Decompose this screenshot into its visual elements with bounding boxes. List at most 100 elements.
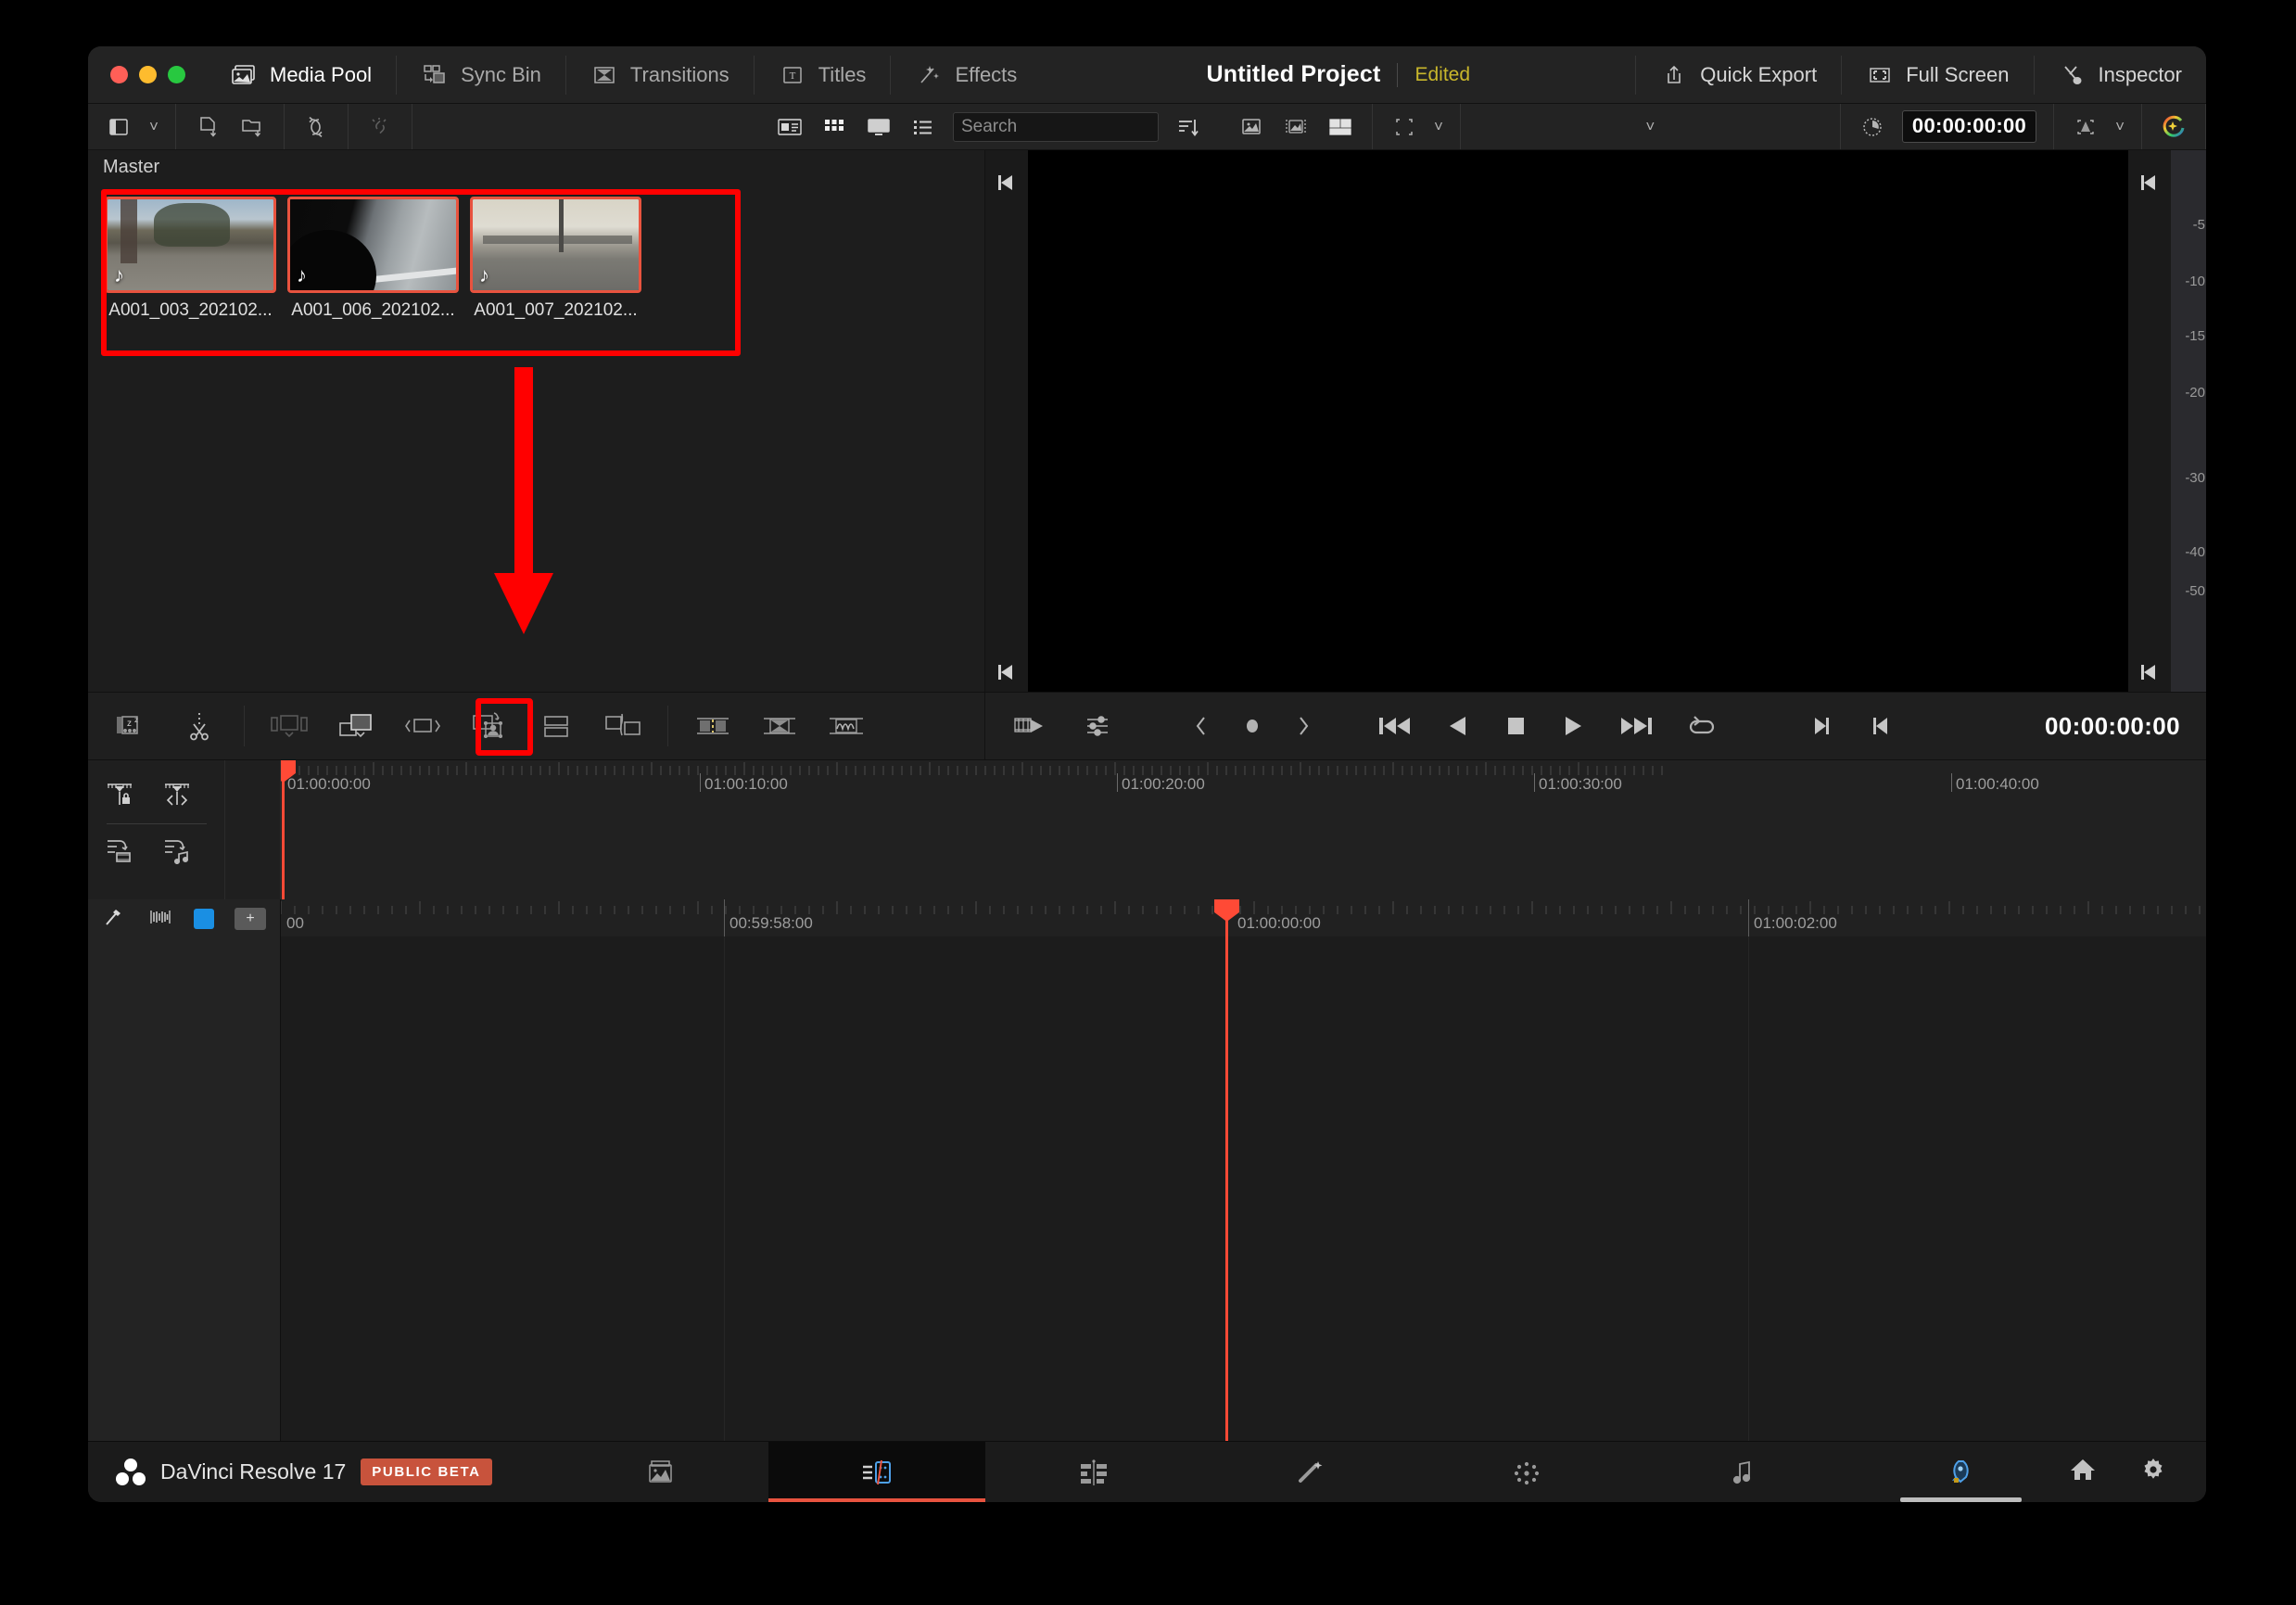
search-input[interactable] <box>953 112 1159 142</box>
sync-group[interactable] <box>285 104 349 149</box>
video-preview[interactable] <box>1028 150 2128 692</box>
safe-area-icon[interactable] <box>2071 113 2100 141</box>
unlink-icon[interactable] <box>365 113 395 141</box>
source-viewer-icon[interactable] <box>1237 113 1266 141</box>
media-page-tab[interactable] <box>552 1442 768 1502</box>
color-chip-icon[interactable] <box>194 909 214 929</box>
move-to-video-track-icon[interactable] <box>105 836 134 869</box>
detail-trim-icon[interactable] <box>162 779 192 813</box>
sync-clips-icon[interactable] <box>301 113 331 141</box>
upper-timeline-ruler[interactable]: 01:00:00:00 01:00:10:00 01:00:20:00 01:0… <box>281 760 2206 899</box>
place-on-top-edit-icon[interactable] <box>536 707 577 745</box>
lock-playhead-icon[interactable] <box>105 779 134 813</box>
clip-thumbnail[interactable]: ♪ <box>105 197 276 293</box>
project-manager-icon[interactable] <box>2069 1457 2097 1487</box>
titles-button[interactable]: T Titles <box>754 56 891 95</box>
move-to-audio-track-icon[interactable] <box>162 836 192 869</box>
play-reverse-icon[interactable] <box>1445 712 1471 740</box>
import-folder-icon[interactable] <box>237 113 267 141</box>
snapping-icon[interactable]: z z <box>112 707 153 745</box>
split-clip-icon[interactable] <box>692 707 733 745</box>
clip-thumbnail[interactable]: ♪ <box>287 197 459 293</box>
search-field[interactable] <box>961 117 1150 137</box>
audio-mixer-icon[interactable] <box>1078 707 1119 745</box>
maximize-button[interactable] <box>168 66 185 83</box>
loop-icon[interactable] <box>1686 712 1718 740</box>
lower-playhead[interactable] <box>1225 899 1228 1441</box>
lower-timeline-ruler[interactable]: 00 00:59:58:00 01:00:00:00 01:00:02:00 <box>281 899 2206 936</box>
timeline-tracks[interactable]: 00 00:59:58:00 01:00:00:00 01:00:02:00 <box>281 899 2206 1441</box>
color-page-tab[interactable] <box>1418 1442 1635 1502</box>
list-view-icon[interactable] <box>908 113 938 141</box>
fairlight-page-tab[interactable] <box>1635 1442 1852 1502</box>
import-group[interactable] <box>176 104 285 149</box>
clip-thumbnail[interactable]: ♪ <box>470 197 641 293</box>
minimize-button[interactable] <box>139 66 157 83</box>
overwrite-edit-icon[interactable] <box>336 707 376 745</box>
timeline-viewer-icon[interactable] <box>1326 113 1355 141</box>
unlink-group[interactable] <box>349 104 412 149</box>
flags-icon[interactable] <box>147 907 173 932</box>
edit-page-tab[interactable] <box>985 1442 1202 1502</box>
quick-export-button[interactable]: Quick Export <box>1635 56 1841 95</box>
color-enhance-group[interactable] <box>2142 104 2206 149</box>
mark-in-icon[interactable] <box>1870 713 1892 739</box>
add-marker-icon[interactable] <box>1241 713 1263 739</box>
append-edit-icon[interactable] <box>603 707 643 745</box>
jump-to-start-icon[interactable] <box>985 159 1028 193</box>
list-item[interactable]: ♪ A001_006_202102... <box>287 197 459 321</box>
jump-forward-icon[interactable] <box>1617 712 1655 740</box>
source-tape-icon[interactable] <box>1009 707 1050 745</box>
media-pool-grid[interactable]: ♪ A001_003_202102... ♪ A001_006_202102..… <box>88 184 984 692</box>
next-marker-icon[interactable] <box>1295 713 1312 739</box>
metadata-view-icon[interactable] <box>775 113 805 141</box>
mark-out-icon[interactable] <box>1810 713 1833 739</box>
list-item[interactable]: ♪ A001_003_202102... <box>105 197 276 321</box>
clip-name-field[interactable]: ˅ <box>1461 104 1841 149</box>
effects-button[interactable]: Effects <box>890 56 1041 95</box>
import-media-icon[interactable] <box>193 113 222 141</box>
color-enhance-icon[interactable] <box>2159 113 2188 141</box>
viewer-mode-group[interactable]: ˅ <box>1373 104 1461 149</box>
audio-transition-icon[interactable] <box>826 707 867 745</box>
close-button[interactable] <box>110 66 128 83</box>
prev-marker-icon[interactable] <box>1193 713 1210 739</box>
list-item[interactable]: ♪ A001_007_202102... <box>470 197 641 321</box>
sync-bin-button[interactable]: Sync Bin <box>396 56 565 95</box>
safe-area-group[interactable]: ˅ <box>2054 104 2142 149</box>
fusion-page-tab[interactable] <box>1202 1442 1419 1502</box>
window-controls[interactable] <box>88 66 206 83</box>
viewer-timecode[interactable]: 00:00:00:00 <box>1902 110 2036 143</box>
timeline-timecode[interactable]: 00:00:00:00 <box>2045 712 2206 741</box>
transitions-button[interactable]: Transitions <box>565 56 754 95</box>
media-pool-button[interactable]: Media Pool <box>206 56 396 95</box>
replace-edit-icon[interactable] <box>402 707 443 745</box>
jump-to-end-icon[interactable] <box>2128 159 2171 193</box>
add-track-icon[interactable]: + <box>235 908 266 930</box>
chevron-down-icon[interactable]: ˅ <box>149 118 159 136</box>
jump-to-end-icon-bottom[interactable] <box>2128 649 2171 682</box>
chevron-down-icon[interactable]: ˅ <box>1645 118 1655 136</box>
clock-icon[interactable] <box>1858 113 1887 141</box>
fit-to-fill-edit-icon[interactable] <box>469 707 510 745</box>
cut-page-tab[interactable] <box>768 1442 985 1502</box>
razor-edit-icon[interactable] <box>179 707 220 745</box>
upper-playhead[interactable] <box>282 760 285 899</box>
chevron-down-icon[interactable]: ˅ <box>1434 118 1443 136</box>
full-screen-button[interactable]: Full Screen <box>1841 56 2033 95</box>
project-settings-icon[interactable] <box>2139 1457 2167 1487</box>
timecode-group[interactable]: 00:00:00:00 <box>1841 104 2054 149</box>
jump-backward-icon[interactable] <box>1376 712 1414 740</box>
sort-order-icon[interactable] <box>1173 113 1203 141</box>
sidebar-toggle-icon[interactable] <box>105 113 134 141</box>
jump-to-end-icon-left[interactable] <box>985 649 1028 682</box>
sidebar-toggle-group[interactable]: ˅ <box>88 104 176 149</box>
marker-tool-icon[interactable] <box>103 906 127 933</box>
stop-icon[interactable] <box>1503 712 1529 740</box>
transition-icon[interactable] <box>759 707 800 745</box>
bin-breadcrumb[interactable]: Master <box>88 150 984 184</box>
thumbnail-view-icon[interactable] <box>819 113 849 141</box>
inspector-button[interactable]: Inspector <box>2034 56 2207 95</box>
insert-edit-icon[interactable] <box>269 707 310 745</box>
source-tape-icon[interactable] <box>1281 113 1311 141</box>
